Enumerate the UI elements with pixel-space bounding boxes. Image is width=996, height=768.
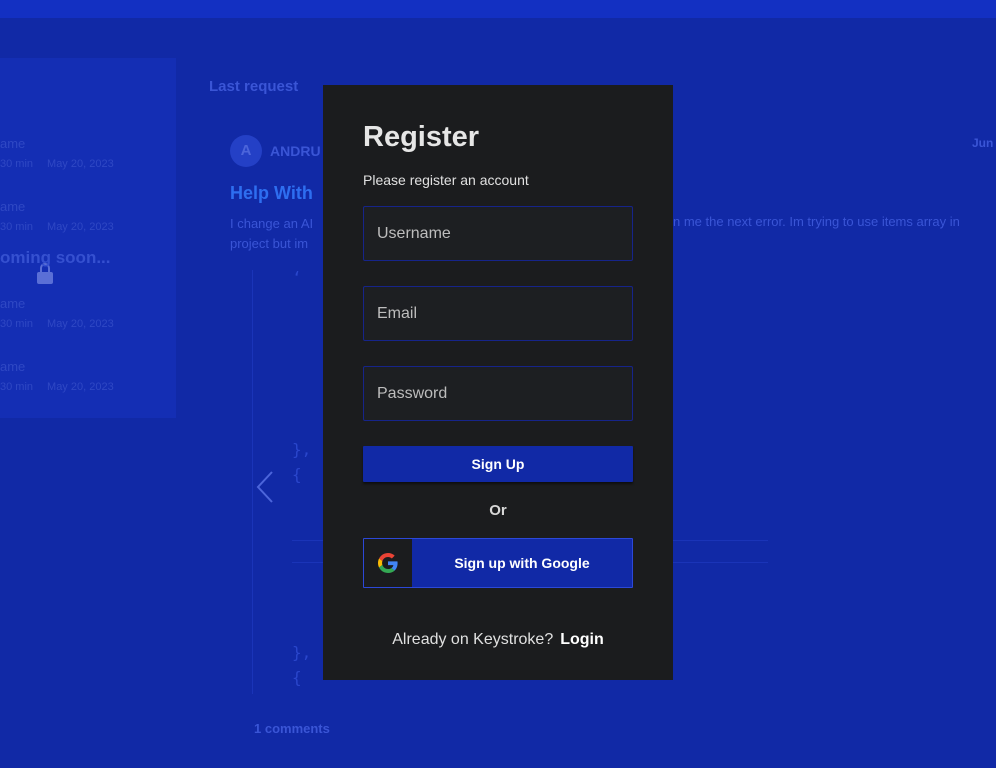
code-line: { [292, 465, 302, 484]
side-item-name: ame [0, 199, 26, 214]
post-title[interactable]: Help With [230, 183, 313, 204]
google-sign-up-button[interactable]: Sign up with Google [363, 538, 633, 588]
sign-up-button[interactable]: Sign Up [363, 446, 633, 482]
side-item-meta: 30 min May 20, 2023 [0, 158, 114, 170]
top-bar [0, 0, 996, 18]
modal-subtitle: Please register an account [363, 172, 529, 188]
post-date: Jun [972, 136, 994, 150]
google-icon-container [364, 539, 412, 587]
avatar: A [230, 135, 262, 167]
post-text: I change an AI project but im [230, 216, 314, 251]
sub-bar [0, 18, 996, 58]
side-item-name: ame [0, 136, 26, 151]
chevron-left-icon[interactable] [255, 470, 277, 504]
side-item-meta: 30 min May 20, 2023 [0, 381, 114, 393]
code-line: { [292, 668, 302, 687]
google-button-label: Sign up with Google [454, 555, 590, 571]
email-field[interactable] [363, 286, 633, 341]
side-item[interactable]: ame 30 min May 20, 2023 [0, 296, 176, 346]
side-item-meta: 30 min May 20, 2023 [0, 221, 114, 233]
side-item[interactable]: ame 30 min May 20, 2023 [0, 359, 176, 409]
post-author[interactable]: ANDRU [270, 143, 321, 159]
side-item[interactable]: ame 30 min May 20, 2023 [0, 199, 176, 249]
code-line: }, [292, 440, 312, 459]
register-modal: Register Please register an account Sign… [323, 85, 673, 680]
side-panel: ame 30 min May 20, 2023 ame 30 min May 20,… [0, 58, 176, 418]
username-field[interactable] [363, 206, 633, 261]
section-title: Last request [209, 78, 299, 95]
google-icon [378, 553, 398, 573]
modal-title: Register [363, 121, 480, 153]
comments-count[interactable]: 1 comments [254, 721, 330, 736]
side-item-name: ame [0, 296, 26, 311]
side-item[interactable]: ame 30 min May 20, 2023 [0, 136, 176, 186]
code-line: }, [292, 643, 312, 662]
side-item-name: ame [0, 359, 26, 374]
post-text-continued: n me the next error. Im trying to use it… [673, 214, 960, 229]
side-item-meta: 30 min May 20, 2023 [0, 318, 114, 330]
coming-soon-label: oming soon... [0, 248, 111, 267]
login-prompt-text: Already on Keystroke? [392, 631, 554, 648]
login-link[interactable]: Login [560, 631, 604, 648]
or-divider-label: Or [489, 502, 507, 519]
login-prompt: Already on Keystroke? Login [323, 631, 673, 649]
password-field[interactable] [363, 366, 633, 421]
code-line: ‘ [292, 268, 302, 287]
